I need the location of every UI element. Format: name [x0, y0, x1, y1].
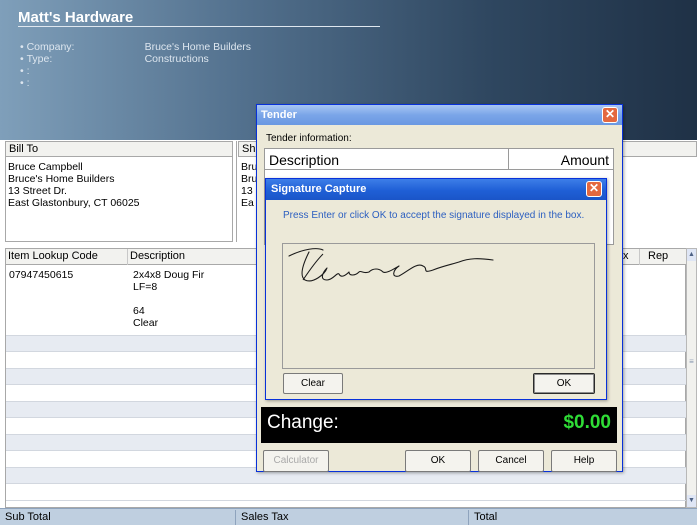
address-line: 13 Street Dr. [8, 185, 67, 197]
description-line [133, 293, 204, 305]
info-label: Type: [26, 53, 53, 65]
change-label: Change: [267, 412, 339, 433]
customer-info: • Company: Bruce's Home Builders • Type: C… [20, 41, 251, 89]
item-lookup-code-cell[interactable]: 07947450615 [9, 269, 73, 281]
sub-total-label: Sub Total [5, 511, 51, 523]
description-line: 2x4x8 Doug Fir [133, 269, 205, 281]
info-value: Constructions [144, 53, 209, 65]
signature-instructions: Press Enter or click OK to accept the si… [283, 210, 585, 221]
info-label: : [26, 65, 30, 77]
signature-title-bar: Signature Capture [266, 179, 606, 200]
change-display: Change: $0.00 [261, 407, 617, 443]
tender-col-description: Description [269, 152, 340, 168]
signature-capture-dialog: Signature Capture ✕ Press Enter or click… [265, 178, 607, 400]
info-row-blank: • : [20, 77, 251, 89]
bill-to-address: Bruce Campbell Bruce's Home Builders 13 … [8, 161, 140, 209]
description-cell[interactable]: 2x4x8 Doug Fir LF=8 64 Clear [133, 269, 204, 329]
tender-col-amount: Amount [560, 152, 609, 168]
info-row-company: • Company: Bruce's Home Builders [20, 41, 252, 53]
scroll-grip-icon[interactable]: ≡ [688, 357, 695, 369]
column-divider [508, 149, 509, 170]
tender-help-button[interactable]: Help [551, 450, 617, 472]
tender-close-icon[interactable]: ✕ [602, 107, 618, 123]
tender-title-bar: Tender [257, 105, 622, 125]
signature-clear-button[interactable]: Clear [283, 373, 343, 394]
pos-window: Matt's Hardware • Company: Bruce's Home B… [0, 0, 697, 525]
signature-close-icon[interactable]: ✕ [586, 181, 602, 197]
row-divider [6, 500, 687, 501]
address-line: Bruce Campbell [8, 161, 83, 173]
header-cell-right [622, 141, 697, 157]
scroll-down-arrow-icon[interactable]: ▼ [687, 495, 696, 507]
column-item-lookup-code[interactable]: Item Lookup Code [6, 249, 128, 265]
description-line: LF=8 [133, 281, 158, 293]
tender-info-label: Tender information: [266, 133, 352, 144]
signature-pad[interactable] [282, 243, 595, 369]
calculator-button[interactable]: Calculator [263, 450, 329, 472]
info-row-blank: • : [20, 65, 251, 77]
signature-ok-button[interactable]: OK [533, 373, 595, 394]
sales-tax-label: Sales Tax [235, 510, 468, 525]
tender-cancel-button[interactable]: Cancel [478, 450, 544, 472]
scroll-up-arrow-icon[interactable]: ▲ [687, 249, 696, 261]
change-value: $0.00 [563, 412, 611, 433]
column-description[interactable]: Description [128, 249, 258, 265]
ship-to-address: Bru Bru 13 Ea [241, 161, 257, 209]
address-line: East Glastonbury, CT 06025 [8, 197, 140, 209]
store-title: Matt's Hardware [18, 9, 134, 26]
description-line: 64 [133, 305, 145, 317]
info-row-type: • Type: Constructions [20, 53, 209, 65]
address-line: Ea [241, 197, 254, 209]
address-line: 13 [241, 185, 253, 197]
tender-table-header: Description Amount [264, 148, 614, 170]
info-label: : [26, 77, 30, 89]
info-label: Company: [26, 41, 75, 53]
total-label: Total [468, 510, 697, 525]
tender-ok-button[interactable]: OK [405, 450, 471, 472]
totals-bar: Sub Total Sales Tax Total [0, 508, 697, 525]
address-line: Bru [241, 173, 258, 185]
signature-stroke [288, 248, 494, 282]
signature-title: Signature Capture [271, 183, 367, 195]
address-line: Bru [241, 161, 258, 173]
info-value: Bruce's Home Builders [144, 41, 252, 53]
address-line: Bruce's Home Builders [8, 173, 115, 185]
column-rep[interactable]: Rep [640, 249, 687, 265]
title-rule [18, 26, 380, 27]
column-x[interactable]: x [620, 249, 640, 265]
grid-scrollbar[interactable]: ▲ ≡ ▼ [686, 248, 697, 508]
tender-title: Tender [261, 109, 297, 121]
bill-to-heading: Bill To [5, 141, 233, 157]
description-line: Clear [133, 317, 159, 329]
